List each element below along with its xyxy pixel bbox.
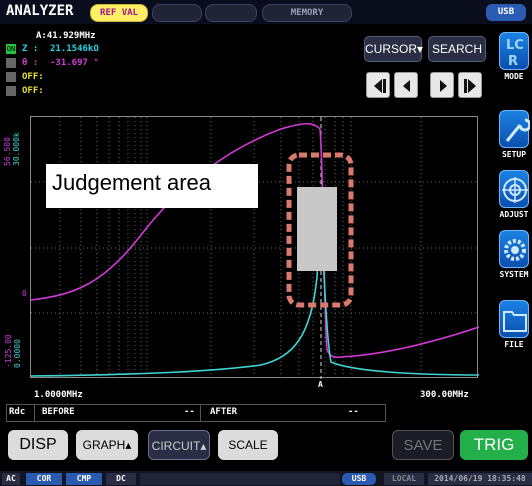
tab-ref-val[interactable]: REF VAL	[90, 4, 148, 22]
tab-blank-2[interactable]	[205, 4, 257, 22]
scale-button[interactable]: SCALE	[218, 430, 278, 460]
param4-label: OFF:	[22, 86, 44, 96]
param1-label: Z :	[22, 44, 39, 54]
cursor-last-button[interactable]	[458, 72, 482, 98]
after-label: AFTER	[210, 407, 238, 417]
info-divider	[34, 404, 35, 422]
tab-memory[interactable]: MEMORY	[262, 4, 352, 22]
judgement-box	[297, 187, 337, 271]
svg-text:LC: LC	[506, 38, 524, 53]
save-button[interactable]: SAVE	[392, 430, 454, 460]
param4-badge[interactable]	[6, 86, 16, 96]
target-icon	[499, 170, 529, 208]
side-adjust-button[interactable]: ADJUST	[497, 170, 530, 226]
gear-icon	[499, 230, 529, 268]
graph-plot	[31, 117, 479, 379]
cursor-button[interactable]: CURSOR▾	[364, 36, 423, 62]
side-mode-button[interactable]: LC R MODE	[497, 32, 530, 88]
status-cmp: CMP	[66, 473, 102, 485]
judgement-area-label: Judgement area	[52, 170, 211, 195]
side-mode-label: MODE	[504, 72, 524, 81]
grid-lines	[31, 117, 479, 379]
arrow-right-icon	[440, 80, 447, 92]
side-setup-label: SETUP	[501, 150, 527, 159]
cursor-next-button[interactable]	[430, 72, 454, 98]
cyan-trace	[31, 216, 479, 377]
side-file-button[interactable]: FILE	[497, 300, 530, 356]
frequency-readout: A:41.929MHz	[36, 31, 96, 41]
param1-on-badge[interactable]: ON	[6, 44, 16, 54]
param3-badge[interactable]	[6, 72, 16, 82]
search-button[interactable]: SEARCH	[428, 36, 486, 62]
side-file-label: FILE	[504, 340, 524, 349]
x-start-label: 1.0000MHz	[34, 390, 83, 400]
app-title: ANALYZER	[6, 3, 74, 19]
svg-text:R: R	[508, 54, 518, 69]
status-datetime: 2014/06/19 18:35:48	[428, 473, 532, 485]
y-mid-magenta-label: 0	[22, 289, 27, 298]
graph-button[interactable]: GRAPH▴	[76, 430, 138, 460]
x-end-label: 300.00MHz	[420, 390, 469, 400]
status-cor: COR	[26, 473, 62, 485]
disp-button[interactable]: DISP	[8, 430, 68, 460]
before-label: BEFORE	[42, 407, 75, 417]
arrow-left-icon	[403, 80, 410, 92]
status-usb: USB	[342, 473, 376, 485]
usb-indicator: USB	[486, 4, 526, 21]
param2-label: θ :	[22, 58, 39, 68]
circuit-button[interactable]: CIRCUIT▴	[148, 430, 210, 460]
param2-value: -31.697 °	[50, 58, 99, 68]
info-divider	[200, 404, 201, 422]
param1-value: 21.1546kΩ	[50, 44, 99, 54]
y-top-cyan-label: 30.000k	[12, 132, 21, 166]
rdc-label: Rdc	[9, 407, 26, 417]
folder-icon	[499, 300, 529, 338]
status-ac: AC	[2, 473, 20, 485]
status-local[interactable]: LOCAL	[384, 473, 424, 485]
cursor-prev-button[interactable]	[394, 72, 418, 98]
skip-right-icon	[464, 79, 476, 93]
cursor-first-button[interactable]	[366, 72, 390, 98]
side-adjust-label: ADJUST	[499, 210, 529, 219]
before-value: --	[184, 407, 195, 417]
y-bottom-cyan-label: 0.0000	[13, 339, 22, 368]
side-system-label: SYSTEM	[499, 270, 529, 279]
trig-button[interactable]: TRIG	[460, 430, 528, 460]
graph-area[interactable]	[30, 116, 479, 379]
param3-label: OFF:	[22, 72, 44, 82]
side-setup-button[interactable]: SETUP	[497, 110, 532, 166]
side-system-button[interactable]: SYSTEM	[497, 230, 530, 286]
cursor-a-label: A	[318, 380, 323, 389]
status-spacer	[140, 473, 340, 485]
status-dc: DC	[106, 473, 136, 485]
skip-left-icon	[374, 79, 386, 93]
param2-badge[interactable]	[6, 58, 16, 68]
magenta-trace	[31, 122, 479, 359]
after-value: --	[348, 407, 359, 417]
lcr-icon: LC R	[499, 32, 529, 70]
wrench-icon	[499, 110, 532, 148]
tab-blank-1[interactable]	[152, 4, 202, 22]
